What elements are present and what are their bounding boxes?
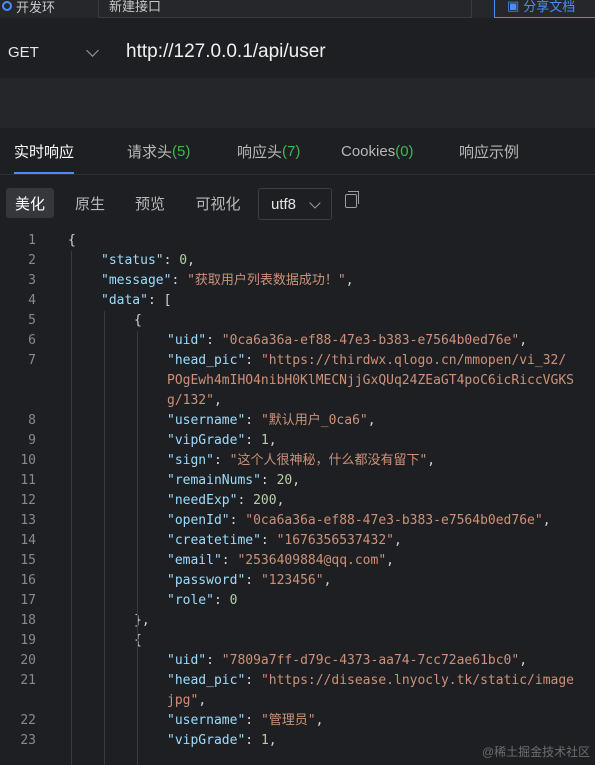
line-number: 19 bbox=[20, 633, 36, 648]
view-preview-button[interactable]: 预览 bbox=[126, 188, 174, 218]
line-number: 1 bbox=[28, 233, 36, 248]
tab-realtime-response[interactable]: 实时响应 bbox=[14, 128, 75, 174]
tab-cookies[interactable]: Cookies (0) bbox=[341, 128, 414, 174]
code-text: "email": "2536409884@qq.com", bbox=[167, 553, 394, 568]
line-number: 8 bbox=[28, 413, 36, 428]
line-number: 6 bbox=[28, 333, 36, 348]
code-text: "head_pic": "https://thirdwx.qlogo.cn/mm… bbox=[167, 353, 567, 368]
code-text: "needExp": 200, bbox=[167, 493, 285, 508]
line-number: 13 bbox=[20, 513, 36, 528]
line-number: 20 bbox=[20, 653, 36, 668]
watermark: @稀土掘金技术社区 bbox=[482, 745, 591, 759]
tab-count: (5) bbox=[172, 142, 191, 160]
line-number: 23 bbox=[20, 733, 36, 748]
code-text: { bbox=[134, 313, 142, 328]
request-tab[interactable]: 新建接口 bbox=[98, 0, 472, 18]
code-text: POgEwh4mIHO4nibH0KlMECNjjGxQUq24ZEaGT4po… bbox=[167, 373, 574, 388]
tab-label: 请求头 bbox=[127, 143, 173, 161]
copy-icon[interactable] bbox=[345, 191, 359, 208]
encoding-select[interactable]: utf8 bbox=[258, 188, 332, 220]
view-raw-button[interactable]: 原生 bbox=[66, 188, 114, 218]
line-number: 2 bbox=[28, 253, 36, 268]
line-number: 14 bbox=[20, 533, 36, 548]
share-doc-button[interactable]: ▣ 分享文档 bbox=[494, 0, 595, 18]
code-text: "username": "默认用户_0ca6", bbox=[167, 413, 376, 428]
environment-label: 开发环 bbox=[16, 0, 56, 15]
share-icon: ▣ bbox=[507, 0, 520, 13]
line-number: 16 bbox=[20, 573, 36, 588]
code-text: jpg", bbox=[167, 693, 207, 708]
code-text: "createtime": "1676356537432", bbox=[167, 533, 402, 548]
environment-selector[interactable]: 开发环 bbox=[0, 0, 55, 18]
tab-response-headers[interactable]: 响应头 (7) bbox=[237, 128, 300, 174]
tab-request-headers[interactable]: 请求头 (5) bbox=[127, 128, 190, 174]
url-input[interactable]: http://127.0.0.1/api/user bbox=[126, 26, 326, 78]
view-pretty-button[interactable]: 美化 bbox=[6, 188, 54, 218]
chevron-down-icon bbox=[86, 44, 99, 57]
code-text: "role": 0 bbox=[167, 593, 238, 608]
request-tab-label: 新建接口 bbox=[109, 0, 162, 14]
code-text: "head_pic": "https://disease.lnyocly.tk/… bbox=[167, 673, 575, 688]
tab-label: Cookies bbox=[341, 142, 396, 160]
indent-guide bbox=[71, 251, 72, 765]
view-visualize-button[interactable]: 可视化 bbox=[188, 188, 248, 218]
indent-guide bbox=[137, 611, 138, 765]
top-bar: 开发环 新建接口 ▣ 分享文档 bbox=[0, 0, 595, 18]
tab-response-examples[interactable]: 响应示例 bbox=[459, 128, 519, 174]
view-mode-bar: 美化 原生 预览 可视化 utf8 bbox=[0, 176, 595, 228]
method-select[interactable]: GET bbox=[0, 26, 110, 78]
code-text: "uid": "7809a7ff-d79c-4373-aa74-7cc72ae6… bbox=[167, 653, 528, 668]
line-number: 7 bbox=[28, 353, 36, 368]
code-text: g/132", bbox=[167, 393, 222, 408]
code-text: "message": "获取用户列表数据成功！", bbox=[101, 273, 354, 288]
code-text: "vipGrade": 1, bbox=[167, 433, 277, 448]
code-text: "vipGrade": 1, bbox=[167, 733, 277, 748]
line-number: 11 bbox=[20, 473, 36, 488]
chevron-down-icon bbox=[309, 197, 321, 209]
tab-label: 响应示例 bbox=[459, 143, 520, 161]
code-text: "username": "管理员", bbox=[167, 713, 324, 728]
line-number: 5 bbox=[28, 313, 36, 328]
indent-guide bbox=[104, 311, 105, 765]
tab-label: 实时响应 bbox=[14, 143, 75, 161]
tab-count: (7) bbox=[282, 142, 301, 160]
line-number: 3 bbox=[28, 273, 36, 288]
response-body-code: 1 {2 "status": 0, 3 "message": "获取用户列表数据成功！"… bbox=[0, 230, 595, 765]
env-dot-icon bbox=[2, 1, 12, 11]
code-text: "password": "123456", bbox=[167, 573, 332, 588]
code-text: { bbox=[68, 233, 76, 248]
line-number: 9 bbox=[28, 433, 36, 448]
line-number: 18 bbox=[20, 613, 36, 628]
tab-count: (0) bbox=[395, 142, 414, 160]
response-tabs: 实时响应 请求头 (5) 响应头 (7) Cookies (0) 响应示例 bbox=[0, 128, 595, 175]
line-number: 15 bbox=[20, 553, 36, 568]
line-number: 22 bbox=[20, 713, 36, 728]
line-number: 17 bbox=[20, 593, 36, 608]
indent-guide bbox=[137, 331, 138, 611]
tab-label: 响应头 bbox=[237, 143, 283, 161]
request-panel-area bbox=[0, 78, 595, 128]
code-text: "uid": "0ca6a36a-ef88-47e3-b383-e7564b0e… bbox=[167, 333, 528, 348]
code-text: "data": [ bbox=[101, 293, 172, 308]
code-text: "sign": "这个人很神秘，什么都没有留下", bbox=[167, 453, 436, 468]
line-number: 4 bbox=[28, 293, 36, 308]
url-bar: GET http://127.0.0.1/api/user bbox=[0, 26, 595, 78]
encoding-label: utf8 bbox=[271, 195, 297, 213]
method-label: GET bbox=[8, 43, 39, 61]
code-text: "remainNums": 20, bbox=[167, 473, 301, 488]
line-number: 10 bbox=[20, 453, 36, 468]
share-doc-label: 分享文档 bbox=[523, 0, 576, 14]
code-text: "status": 0, bbox=[101, 253, 195, 268]
code-text: "openId": "0ca6a36a-ef88-47e3-b383-e7564… bbox=[167, 513, 551, 528]
line-number: 12 bbox=[20, 493, 36, 508]
line-number: 21 bbox=[20, 673, 36, 688]
